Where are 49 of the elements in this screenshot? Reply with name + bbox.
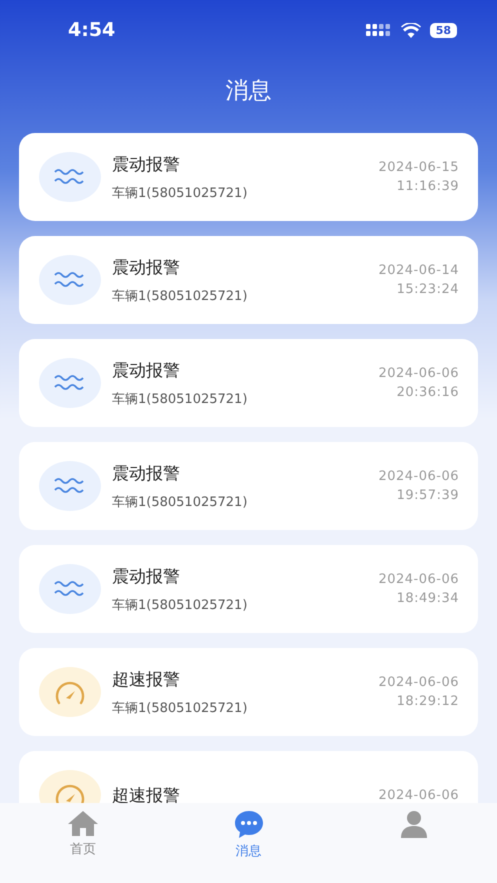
alarm-time: 20:36:16 [396, 385, 459, 400]
alarm-date: 2024-06-06 [378, 572, 459, 587]
person-icon [399, 809, 430, 839]
wave-icon [54, 374, 86, 392]
vehicle-name: 车辆1(58051025721) [112, 184, 248, 202]
alarm-time: 19:57:39 [396, 488, 459, 503]
alarm-date: 2024-06-06 [378, 788, 459, 802]
wave-icon [54, 271, 86, 289]
page-title: 消息 [224, 77, 272, 106]
alarm-time: 15:23:24 [396, 282, 459, 297]
message-card[interactable]: 超速报警 2024-06-06 [19, 751, 478, 803]
alarm-time: 11:16:39 [396, 179, 459, 194]
wave-icon [54, 477, 86, 495]
vehicle-name: 车辆1(58051025721) [112, 596, 248, 614]
alarm-date: 2024-06-06 [378, 469, 459, 484]
alarm-title: 震动报警 [112, 154, 181, 176]
home-icon [66, 809, 99, 837]
wifi-icon [400, 22, 421, 38]
alarm-time: 18:49:34 [396, 591, 459, 606]
alarm-time: 18:29:12 [396, 694, 459, 709]
battery-level: 58 [430, 22, 457, 38]
message-card[interactable]: 震动报警 车辆1(58051025721) 2024-06-14 15:23:24 [19, 236, 478, 324]
vehicle-name: 车辆1(58051025721) [112, 390, 248, 408]
message-card[interactable]: 震动报警 车辆1(58051025721) 2024-06-15 11:16:39 [19, 133, 478, 221]
alarm-date: 2024-06-06 [378, 366, 459, 381]
alarm-date: 2024-06-14 [378, 263, 459, 278]
vehicle-name: 车辆1(58051025721) [112, 700, 248, 716]
wave-icon [54, 168, 86, 186]
alarm-date: 2024-06-15 [378, 160, 459, 175]
signal-icon [366, 23, 392, 37]
tab-label: 首页 [70, 841, 96, 858]
vehicle-name: 车辆1(58051025721) [112, 288, 248, 304]
alarm-title: 超速报警 [112, 668, 181, 690]
alarm-title: 震动报警 [112, 256, 181, 278]
vehicle-name: 车辆1(58051025721) [112, 494, 248, 510]
alarm-title: 震动报警 [112, 360, 181, 382]
message-card[interactable]: 震动报警 车辆1(58051025721) 2024-06-06 18:49:34 [19, 545, 478, 633]
message-card[interactable]: 超速报警 车辆1(58051025721) 2024-06-06 18:29:12 [19, 648, 478, 736]
wave-icon [54, 580, 86, 598]
message-card[interactable]: 震动报警 车辆1(58051025721) 2024-06-06 19:57:39 [19, 442, 478, 530]
alarm-title: 震动报警 [112, 462, 181, 484]
tab-label: 消息 [236, 843, 262, 860]
tab-item[interactable]: 消息 [166, 809, 332, 883]
alarm-title: 超速报警 [112, 784, 181, 803]
alarm-title: 震动报警 [112, 566, 181, 588]
message-card[interactable]: 震动报警 车辆1(58051025721) 2024-06-06 20:36:16 [19, 339, 478, 427]
status-time: 4:54 [68, 19, 116, 41]
chat-bubble-icon [232, 809, 264, 839]
alarm-date: 2024-06-06 [378, 675, 459, 690]
